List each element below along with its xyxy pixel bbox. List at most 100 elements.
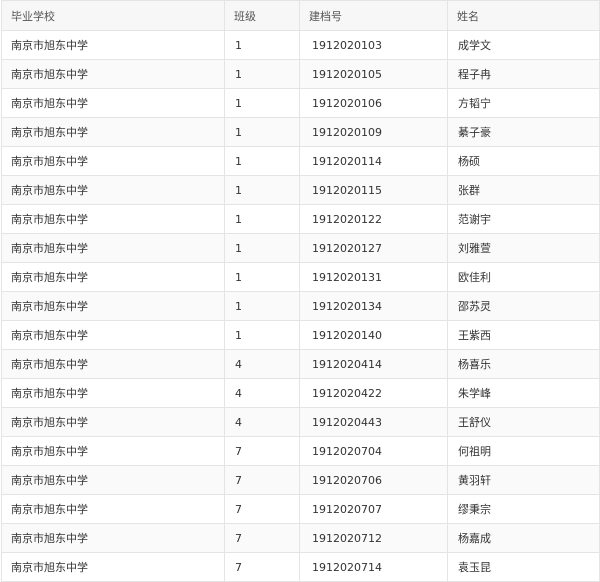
cell-name: 朱学峰	[447, 378, 600, 408]
cell-school: 南京市旭东中学	[1, 494, 225, 524]
cell-file-number: 1912020707	[299, 494, 448, 524]
cell-name: 杨喜乐	[447, 349, 600, 379]
cell-file-number: 1912020712	[299, 523, 448, 553]
cell-name: 杨嘉成	[447, 523, 600, 553]
cell-school: 南京市旭东中学	[1, 349, 225, 379]
cell-file-number: 1912020131	[299, 262, 448, 292]
cell-school: 南京市旭东中学	[1, 320, 225, 350]
cell-name: 张群	[447, 175, 600, 205]
table-row: 南京市旭东中学 1 1912020105 程子冉	[1, 59, 600, 89]
cell-name: 黄羽轩	[447, 465, 600, 495]
cell-file-number: 1912020140	[299, 320, 448, 350]
cell-class: 1	[224, 88, 300, 118]
table-row: 南京市旭东中学 1 1912020134 邵苏灵	[1, 291, 600, 321]
table-row: 南京市旭东中学 7 1912020706 黄羽轩	[1, 465, 600, 495]
cell-school: 南京市旭东中学	[1, 407, 225, 437]
cell-class: 1	[224, 117, 300, 147]
cell-class: 1	[224, 233, 300, 263]
student-table-container: 毕业学校 班级 建档号 姓名 南京市旭东中学 1 1912020103 成学文 南京市旭…	[1, 0, 600, 582]
table-row: 南京市旭东中学 4 1912020422 朱学峰	[1, 378, 600, 408]
cell-name: 程子冉	[447, 59, 600, 89]
student-table: 毕业学校 班级 建档号 姓名 南京市旭东中学 1 1912020103 成学文 南京市旭…	[1, 0, 600, 582]
table-row: 南京市旭东中学 1 1912020122 范谢宇	[1, 204, 600, 234]
cell-class: 4	[224, 378, 300, 408]
cell-name: 缪秉宗	[447, 494, 600, 524]
cell-school: 南京市旭东中学	[1, 88, 225, 118]
cell-file-number: 1912020422	[299, 378, 448, 408]
cell-class: 7	[224, 552, 300, 582]
cell-name: 范谢宇	[447, 204, 600, 234]
cell-file-number: 1912020106	[299, 88, 448, 118]
table-row: 南京市旭东中学 1 1912020114 杨硕	[1, 146, 600, 176]
cell-name: 王紫西	[447, 320, 600, 350]
cell-class: 7	[224, 465, 300, 495]
table-row: 南京市旭东中学 1 1912020140 王紫西	[1, 320, 600, 350]
table-row: 南京市旭东中学 7 1912020714 袁玉昆	[1, 552, 600, 582]
cell-name: 欧佳利	[447, 262, 600, 292]
cell-class: 7	[224, 494, 300, 524]
cell-name: 綦子豪	[447, 117, 600, 147]
cell-class: 1	[224, 59, 300, 89]
table-row: 南京市旭东中学 1 1912020115 张群	[1, 175, 600, 205]
cell-class: 7	[224, 436, 300, 466]
table-row: 南京市旭东中学 1 1912020106 方韬宁	[1, 88, 600, 118]
cell-file-number: 1912020134	[299, 291, 448, 321]
cell-class: 4	[224, 407, 300, 437]
cell-file-number: 1912020122	[299, 204, 448, 234]
cell-name: 方韬宁	[447, 88, 600, 118]
cell-class: 1	[224, 30, 300, 60]
header-name: 姓名	[447, 0, 600, 31]
table-row: 南京市旭东中学 4 1912020414 杨喜乐	[1, 349, 600, 379]
header-file-number: 建档号	[299, 0, 448, 31]
cell-school: 南京市旭东中学	[1, 204, 225, 234]
header-class: 班级	[224, 0, 300, 31]
cell-name: 何祖明	[447, 436, 600, 466]
cell-name: 成学文	[447, 30, 600, 60]
table-body: 南京市旭东中学 1 1912020103 成学文 南京市旭东中学 1 1912020105 程…	[1, 30, 600, 582]
cell-school: 南京市旭东中学	[1, 175, 225, 205]
cell-file-number: 1912020109	[299, 117, 448, 147]
cell-name: 杨硕	[447, 146, 600, 176]
table-header-row: 毕业学校 班级 建档号 姓名	[1, 0, 600, 31]
cell-class: 1	[224, 320, 300, 350]
cell-school: 南京市旭东中学	[1, 146, 225, 176]
cell-school: 南京市旭东中学	[1, 233, 225, 263]
cell-file-number: 1912020414	[299, 349, 448, 379]
cell-school: 南京市旭东中学	[1, 30, 225, 60]
table-row: 南京市旭东中学 1 1912020103 成学文	[1, 30, 600, 60]
cell-name: 袁玉昆	[447, 552, 600, 582]
cell-class: 1	[224, 291, 300, 321]
cell-school: 南京市旭东中学	[1, 378, 225, 408]
table-row: 南京市旭东中学 1 1912020109 綦子豪	[1, 117, 600, 147]
cell-file-number: 1912020127	[299, 233, 448, 263]
cell-class: 4	[224, 349, 300, 379]
cell-file-number: 1912020105	[299, 59, 448, 89]
cell-class: 1	[224, 262, 300, 292]
cell-school: 南京市旭东中学	[1, 117, 225, 147]
cell-name: 刘雅萱	[447, 233, 600, 263]
table-row: 南京市旭东中学 7 1912020712 杨嘉成	[1, 523, 600, 553]
cell-class: 1	[224, 146, 300, 176]
cell-file-number: 1912020706	[299, 465, 448, 495]
table-row: 南京市旭东中学 1 1912020127 刘雅萱	[1, 233, 600, 263]
cell-file-number: 1912020714	[299, 552, 448, 582]
cell-school: 南京市旭东中学	[1, 436, 225, 466]
cell-class: 1	[224, 204, 300, 234]
cell-school: 南京市旭东中学	[1, 523, 225, 553]
table-row: 南京市旭东中学 1 1912020131 欧佳利	[1, 262, 600, 292]
cell-school: 南京市旭东中学	[1, 552, 225, 582]
cell-file-number: 1912020704	[299, 436, 448, 466]
cell-file-number: 1912020114	[299, 146, 448, 176]
table-row: 南京市旭东中学 7 1912020704 何祖明	[1, 436, 600, 466]
cell-class: 7	[224, 523, 300, 553]
cell-school: 南京市旭东中学	[1, 291, 225, 321]
cell-school: 南京市旭东中学	[1, 465, 225, 495]
table-row: 南京市旭东中学 7 1912020707 缪秉宗	[1, 494, 600, 524]
cell-school: 南京市旭东中学	[1, 262, 225, 292]
header-school: 毕业学校	[1, 0, 225, 31]
cell-school: 南京市旭东中学	[1, 59, 225, 89]
cell-name: 邵苏灵	[447, 291, 600, 321]
cell-file-number: 1912020115	[299, 175, 448, 205]
cell-file-number: 1912020103	[299, 30, 448, 60]
cell-file-number: 1912020443	[299, 407, 448, 437]
